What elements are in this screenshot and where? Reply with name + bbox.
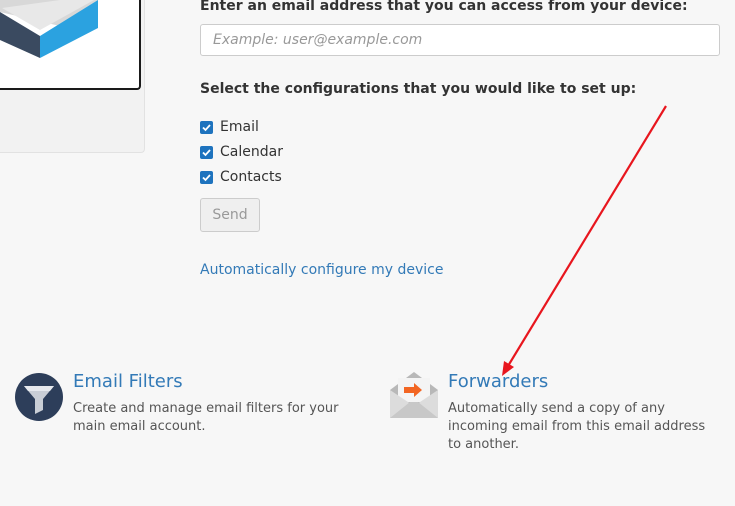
checkbox-email-label: Email — [220, 119, 259, 135]
page: Enter an email address that you can acce… — [0, 0, 735, 506]
annotation-arrow-line — [507, 105, 667, 367]
email-filters-description: Create and manage email filters for your… — [73, 401, 339, 434]
checkbox-calendar-label: Calendar — [220, 144, 283, 160]
send-button[interactable]: Send — [200, 198, 260, 232]
email-filters-tile[interactable]: Email Filters Create and manage email fi… — [14, 370, 364, 440]
checkbox-email-row[interactable]: Email — [200, 118, 259, 136]
email-input[interactable] — [200, 24, 720, 56]
checkbox-calendar[interactable] — [200, 145, 213, 159]
config-label: Select the configurations that you would… — [200, 81, 637, 97]
forwarders-tile[interactable]: Forwarders Automatically send a copy of … — [388, 370, 718, 452]
forwarders-title[interactable]: Forwarders — [448, 371, 548, 392]
cube-illustration — [0, 0, 98, 58]
auto-configure-link[interactable]: Automatically configure my device — [200, 262, 443, 278]
envelope-forward-icon — [390, 372, 438, 418]
checkbox-contacts[interactable] — [200, 170, 213, 184]
checkbox-email[interactable] — [200, 120, 213, 134]
checkbox-contacts-label: Contacts — [220, 169, 282, 185]
device-preview — [0, 0, 141, 90]
check-icon — [202, 173, 211, 181]
check-icon — [202, 123, 211, 131]
checkbox-calendar-row[interactable]: Calendar — [200, 143, 283, 161]
email-label: Enter an email address that you can acce… — [200, 0, 688, 14]
device-card — [0, 0, 145, 153]
checkbox-contacts-row[interactable]: Contacts — [200, 168, 282, 186]
forwarders-description: Automatically send a copy of any incomin… — [448, 401, 706, 452]
check-icon — [202, 148, 211, 156]
filter-icon — [15, 373, 63, 421]
email-filters-title[interactable]: Email Filters — [73, 371, 183, 392]
